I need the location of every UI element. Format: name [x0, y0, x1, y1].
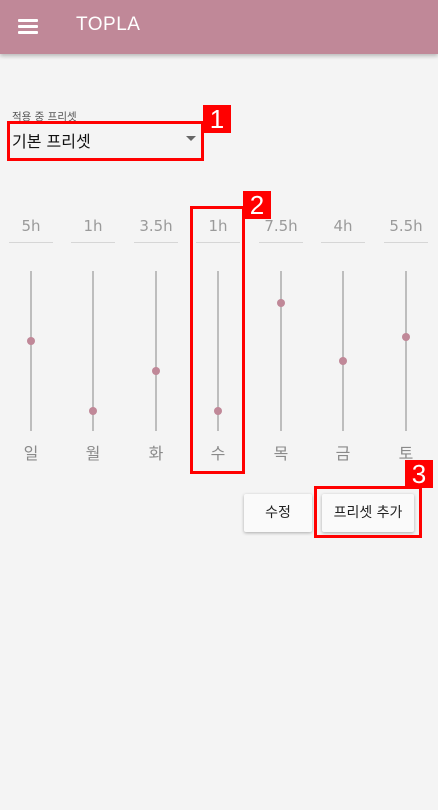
- annotation-badge-1: 1: [203, 105, 231, 133]
- slider-thumb[interactable]: [277, 299, 285, 307]
- day-label: 목: [273, 444, 289, 463]
- annotation-box-2: [190, 206, 245, 474]
- app-title: TOPLA: [76, 14, 141, 35]
- day-label: 월: [85, 444, 101, 463]
- slider-thumb[interactable]: [152, 367, 160, 375]
- slider-thumb[interactable]: [339, 357, 347, 365]
- app-bar: TOPLA: [0, 0, 438, 54]
- hour-slider[interactable]: [277, 271, 285, 431]
- hours-label: 1h: [71, 212, 115, 243]
- hour-slider[interactable]: [152, 271, 160, 431]
- menu-icon[interactable]: [10, 8, 48, 46]
- hour-slider[interactable]: [27, 271, 35, 431]
- annotation-badge-2: 2: [243, 191, 271, 219]
- hour-slider[interactable]: [339, 271, 347, 431]
- hour-slider[interactable]: [89, 271, 97, 431]
- hours-label: 3.5h: [134, 212, 178, 243]
- day-label: 금: [335, 444, 351, 463]
- day-label: 화: [148, 444, 164, 463]
- hours-label: 4h: [321, 212, 365, 243]
- slider-thumb[interactable]: [89, 407, 97, 415]
- hours-label: 5h: [9, 212, 53, 243]
- slider-thumb[interactable]: [27, 337, 35, 345]
- annotation-box-1: [7, 121, 204, 161]
- edit-button[interactable]: 수정: [244, 494, 312, 532]
- slider-thumb[interactable]: [402, 333, 410, 342]
- annotation-box-3: [314, 486, 422, 538]
- day-label: 일: [23, 444, 39, 463]
- hours-label: 5.5h: [384, 212, 428, 243]
- hour-slider[interactable]: [402, 271, 410, 431]
- annotation-badge-3: 3: [405, 460, 433, 488]
